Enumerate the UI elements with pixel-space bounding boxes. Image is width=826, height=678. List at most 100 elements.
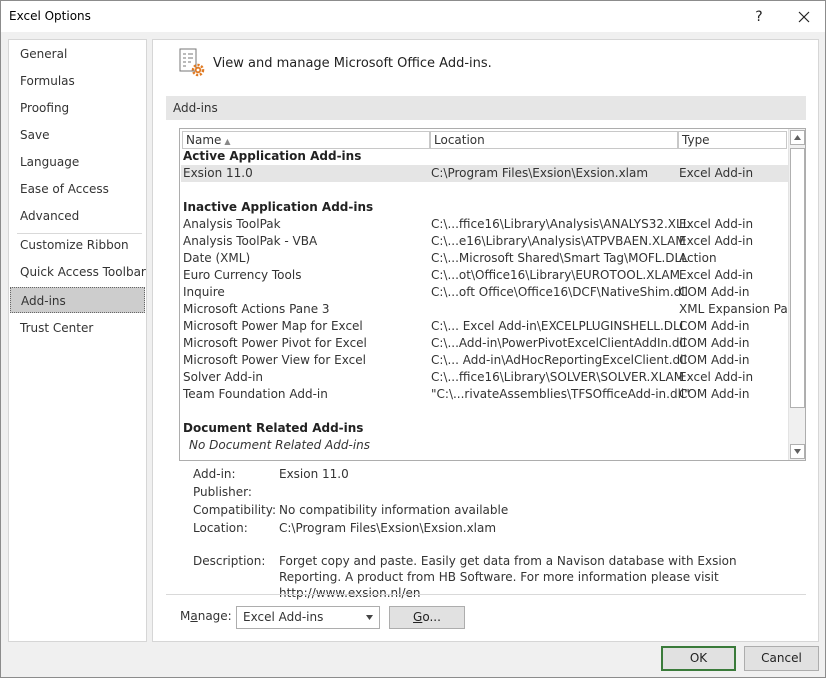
detail-label-publisher: Publisher:: [193, 485, 252, 499]
nav-item-quick-access-toolbar[interactable]: Quick Access Toolbar: [9, 259, 146, 285]
table-row[interactable]: Analysis ToolPak C:\...ffice16\Library\A…: [181, 216, 789, 233]
cell-location: C:\... Add-in\AdHocReportingExcelClient.…: [431, 353, 687, 367]
nav-item-customize-ribbon[interactable]: Customize Ribbon: [9, 232, 146, 258]
detail-value-addin: Exsion 11.0: [279, 467, 349, 481]
cell-type: COM Add-in: [679, 353, 750, 367]
cell-name: Inquire: [183, 285, 225, 299]
column-header-name[interactable]: Name ▲: [182, 131, 430, 149]
addins-panel: View and manage Microsoft Office Add-ins…: [152, 39, 819, 642]
nav-item-trust-center[interactable]: Trust Center: [9, 315, 146, 341]
cell-type: Excel Add-in: [679, 370, 754, 384]
cancel-button[interactable]: Cancel: [744, 646, 819, 671]
nav-item-ease-of-access[interactable]: Ease of Access: [9, 176, 146, 202]
go-button[interactable]: Go...: [389, 606, 465, 629]
go-accesskey: G: [413, 610, 423, 624]
cell-type: Action: [679, 251, 717, 265]
detail-label-compatibility: Compatibility:: [193, 503, 277, 517]
cell-name: Microsoft Power Map for Excel: [183, 319, 363, 333]
ok-button[interactable]: OK: [661, 646, 736, 671]
cell-type: COM Add-in: [679, 285, 750, 299]
manage-label-part: M: [180, 609, 191, 623]
cell-location: C:\...oft Office\Office16\DCF\NativeShim…: [431, 285, 688, 299]
cell-location: "C:\...rivateAssemblies\TFSOfficeAdd-in.…: [431, 387, 690, 401]
cell-location: C:\...Microsoft Shared\Smart Tag\MOFL.DL…: [431, 251, 688, 265]
table-row[interactable]: Microsoft Power Pivot for Excel C:\...Ad…: [181, 335, 789, 352]
cell-location: C:\...e16\Library\Analysis\ATPVBAEN.XLAM: [431, 234, 686, 248]
chevron-up-icon: [794, 135, 801, 140]
manage-accesskey: a: [190, 609, 198, 623]
table-row[interactable]: Microsoft Power Map for Excel C:\... Exc…: [181, 318, 789, 335]
help-button[interactable]: ?: [746, 5, 772, 29]
detail-value-compatibility: No compatibility information available: [279, 503, 509, 517]
detail-label-description: Description:: [193, 554, 266, 568]
group-title-inactive: Inactive Application Add-ins: [183, 200, 374, 214]
cell-type: Excel Add-in: [679, 234, 754, 248]
nav-item-language[interactable]: Language: [9, 149, 146, 175]
cell-name: Analysis ToolPak: [183, 217, 281, 231]
nav-item-general[interactable]: General: [9, 41, 146, 67]
cell-name: Microsoft Power Pivot for Excel: [183, 336, 367, 350]
chevron-down-icon: [794, 449, 801, 454]
table-row[interactable]: Euro Currency Tools C:\...ot\Office16\Li…: [181, 267, 789, 284]
cell-location: C:\...ot\Office16\Library\EUROTOOL.XLAM: [431, 268, 680, 282]
column-label-name: Name: [186, 133, 222, 147]
cell-location: C:\...ffice16\Library\Analysis\ANALYS32.…: [431, 217, 690, 231]
chevron-down-icon: [366, 615, 373, 620]
group-title-active: Active Application Add-ins: [183, 149, 362, 163]
vertical-scrollbar[interactable]: [788, 129, 805, 460]
section-header-add-ins: Add-ins: [166, 96, 806, 120]
table-row[interactable]: Solver Add-in C:\...ffice16\Library\SOLV…: [181, 369, 789, 386]
table-row[interactable]: Team Foundation Add-in "C:\...rivateAsse…: [181, 386, 789, 403]
cell-name: Exsion 11.0: [183, 166, 253, 180]
detail-label-location: Location:: [193, 521, 248, 535]
nav-item-advanced[interactable]: Advanced: [9, 203, 146, 229]
cell-location: C:\...ffice16\Library\SOLVER\SOLVER.XLAM: [431, 370, 685, 384]
manage-dropdown[interactable]: Excel Add-ins: [236, 606, 380, 629]
sort-ascending-icon: ▲: [224, 137, 231, 146]
page-title: View and manage Microsoft Office Add-ins…: [213, 56, 492, 71]
table-row[interactable]: Inquire C:\...oft Office\Office16\DCF\Na…: [181, 284, 789, 301]
cell-type: Excel Add-in: [679, 166, 754, 180]
cell-type: Excel Add-in: [679, 268, 754, 282]
divider: [166, 594, 806, 595]
nav-item-add-ins[interactable]: Add-ins: [10, 287, 145, 313]
table-row[interactable]: Microsoft Power View for Excel C:\... Ad…: [181, 352, 789, 369]
detail-value-location: C:\Program Files\Exsion\Exsion.xlam: [279, 521, 497, 535]
title-bar: Excel Options ?: [1, 1, 825, 32]
cell-name: Microsoft Power View for Excel: [183, 353, 366, 367]
cell-type: Excel Add-in: [679, 217, 754, 231]
cell-name: Euro Currency Tools: [183, 268, 302, 282]
table-row[interactable]: Date (XML) C:\...Microsoft Shared\Smart …: [181, 250, 789, 267]
table-row[interactable]: Microsoft Actions Pane 3 XML Expansion P…: [181, 301, 801, 318]
column-header-location[interactable]: Location: [430, 131, 678, 149]
table-row[interactable]: Analysis ToolPak - VBA C:\...e16\Library…: [181, 233, 789, 250]
manage-label: Manage:: [180, 609, 232, 623]
detail-label-addin: Add-in:: [193, 467, 236, 481]
empty-group-text: No Document Related Add-ins: [189, 438, 371, 452]
scroll-down-button[interactable]: [790, 444, 805, 459]
category-nav: General Formulas Proofing Save Language …: [8, 39, 147, 642]
cell-location: C:\Program Files\Exsion\Exsion.xlam: [431, 166, 649, 180]
cell-name: Solver Add-in: [183, 370, 264, 384]
scroll-up-button[interactable]: [790, 130, 805, 145]
manage-label-part: nage:: [197, 609, 232, 623]
nav-item-formulas[interactable]: Formulas: [9, 68, 146, 94]
close-button[interactable]: [791, 5, 817, 29]
cell-type: XML Expansion Pack: [679, 302, 802, 316]
table-row[interactable]: Exsion 11.0 C:\Program Files\Exsion\Exsi…: [181, 165, 789, 182]
cell-type: COM Add-in: [679, 319, 750, 333]
nav-item-proofing[interactable]: Proofing: [9, 95, 146, 121]
go-label: o...: [422, 610, 441, 624]
addins-gear-icon: [178, 47, 208, 79]
column-header-type[interactable]: Type: [678, 131, 787, 149]
cell-location: C:\... Excel Add-in\EXCELPLUGINSHELL.DLL: [431, 319, 687, 333]
cell-type: COM Add-in: [679, 336, 750, 350]
addins-list[interactable]: Name ▲ Location Type Active Application A…: [179, 128, 806, 461]
cell-type: COM Add-in: [679, 387, 750, 401]
nav-item-save[interactable]: Save: [9, 122, 146, 148]
cell-name: Analysis ToolPak - VBA: [183, 234, 318, 248]
cell-name: Team Foundation Add-in: [183, 387, 328, 401]
cell-name: Date (XML): [183, 251, 251, 265]
close-icon: [798, 11, 810, 23]
scrollbar-thumb[interactable]: [790, 148, 805, 408]
